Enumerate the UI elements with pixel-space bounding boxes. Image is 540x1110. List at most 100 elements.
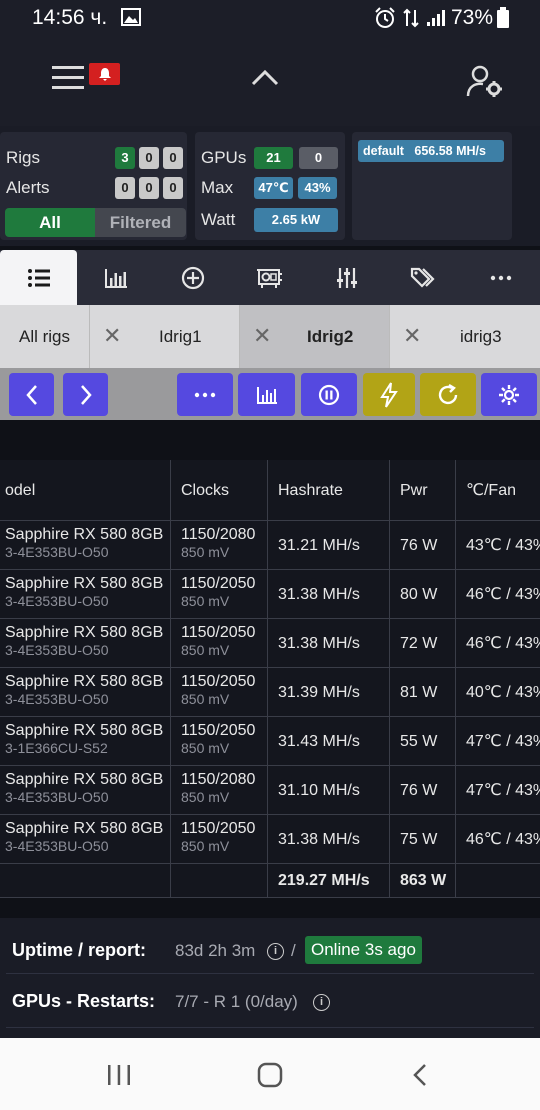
gpu-hashrate: 31.10 MH/s xyxy=(268,766,390,815)
status-bar: 14:56 ч. 73% xyxy=(0,0,540,36)
chevron-up-icon[interactable] xyxy=(250,68,280,88)
gpu-temp-fan: 47℃ / 43% xyxy=(456,717,540,766)
gpu-temp-fan: 43℃ / 43% xyxy=(456,521,540,570)
restart-button[interactable] xyxy=(420,373,476,416)
rig-tab-label: idrig3 xyxy=(460,327,502,346)
gpu-card-icon xyxy=(256,268,282,288)
settings-button[interactable] xyxy=(481,373,537,416)
gpus-offline-badge: 0 xyxy=(299,147,338,169)
tab-more[interactable] xyxy=(462,250,539,305)
table-row[interactable]: Sapphire RX 580 8GB 3-4E353BU-O50 xyxy=(0,668,171,717)
rig-tab-idrig3[interactable]: ✕ idrig3 xyxy=(390,305,540,368)
alerts-badge-1: 0 xyxy=(115,177,135,199)
header-pwr: Pwr xyxy=(390,460,456,521)
total-hashrate: 219.27 MH/s xyxy=(268,864,390,898)
stats-button[interactable] xyxy=(238,373,295,416)
restarts-value: 7/7 - R 1 (0/day) xyxy=(175,992,298,1011)
rig-tab-idrig2[interactable]: ✕ Idrig2 xyxy=(240,305,390,368)
list-icon xyxy=(27,268,50,287)
gpu-power: 55 W xyxy=(390,717,456,766)
pool-badge[interactable]: default 656.58 MH/s xyxy=(358,140,504,162)
gpu-voltage: 850 mV xyxy=(181,789,230,805)
gpu-clocks: 1150/2050 xyxy=(181,722,256,739)
rigs-offline-badge: 0 xyxy=(139,147,159,169)
clocks-cell: 1150/2050 850 mV xyxy=(171,717,268,766)
main-tabs xyxy=(0,250,540,305)
next-rig-button[interactable] xyxy=(63,373,108,416)
filter-filtered-button[interactable]: Filtered xyxy=(95,208,186,237)
header-clocks: Clocks xyxy=(171,460,268,521)
more-actions-button[interactable] xyxy=(177,373,233,416)
gpu-model: Sapphire RX 580 8GB xyxy=(5,722,164,739)
uptime-label: Uptime / report: xyxy=(12,940,147,960)
home-icon[interactable] xyxy=(256,1061,284,1089)
gpu-temp-fan: 46℃ / 43% xyxy=(456,815,540,864)
gear-icon xyxy=(499,384,519,405)
gpu-voltage: 850 mV xyxy=(181,740,230,756)
battery-percent: 73% xyxy=(451,6,494,29)
clocks-cell: 1150/2080 850 mV xyxy=(171,766,268,815)
header-model: odel xyxy=(0,460,171,521)
rig-info-section: Uptime / report: 83d 2h 3m i / Online 3s… xyxy=(0,918,540,1038)
recent-apps-icon[interactable] xyxy=(106,1063,132,1087)
tab-tags[interactable] xyxy=(385,250,462,305)
tab-hardware[interactable] xyxy=(231,250,308,305)
table-row[interactable]: Sapphire RX 580 8GB 3-4E353BU-O50 xyxy=(0,521,171,570)
tab-all-rigs[interactable]: All rigs xyxy=(0,305,90,368)
info-icon[interactable]: i xyxy=(267,943,284,960)
rig-tab-idrig1[interactable]: ✕ Idrig1 xyxy=(90,305,240,368)
pool-hashrate: 656.58 MH/s xyxy=(414,144,486,158)
hamburger-menu-icon[interactable] xyxy=(52,66,84,90)
clocks-cell: 1150/2050 850 mV xyxy=(171,619,268,668)
pause-button[interactable] xyxy=(301,373,357,416)
close-tab-icon[interactable]: ✕ xyxy=(253,325,271,347)
prev-rig-button[interactable] xyxy=(9,373,54,416)
filter-all-button[interactable]: All xyxy=(5,208,95,237)
user-settings-icon[interactable] xyxy=(466,64,506,98)
rigs-panel: Rigs 3 0 0 Alerts 0 0 0 All Filtered xyxy=(0,132,187,240)
gpu-clocks: 1150/2080 xyxy=(181,526,256,543)
gpu-hashrate: 31.43 MH/s xyxy=(268,717,390,766)
max-fan-badge: 43% xyxy=(298,177,337,199)
notification-bell-icon[interactable] xyxy=(89,63,120,85)
summary-panels: Rigs 3 0 0 Alerts 0 0 0 All Filtered GPU… xyxy=(0,126,540,246)
close-tab-icon[interactable]: ✕ xyxy=(403,325,421,347)
gpus-online-badge: 21 xyxy=(254,147,293,169)
gallery-icon xyxy=(121,8,141,26)
refresh-icon xyxy=(438,383,458,404)
gpu-voltage: 850 mV xyxy=(181,838,230,854)
close-tab-icon[interactable]: ✕ xyxy=(103,325,121,347)
info-icon[interactable]: i xyxy=(313,994,330,1011)
uptime-row: Uptime / report: 83d 2h 3m i / Online 3s… xyxy=(6,926,534,974)
gpu-clocks: 1150/2050 xyxy=(181,820,256,837)
tab-list[interactable] xyxy=(0,250,77,305)
table-row[interactable]: Sapphire RX 580 8GB 3-4E353BU-O50 xyxy=(0,570,171,619)
gpu-temp-fan: 40℃ / 43% xyxy=(456,668,540,717)
chevron-right-icon xyxy=(80,384,92,405)
gpu-hashrate: 31.38 MH/s xyxy=(268,815,390,864)
table-row[interactable]: Sapphire RX 580 8GB 3-4E353BU-O50 xyxy=(0,766,171,815)
back-icon[interactable] xyxy=(410,1063,430,1087)
gpu-subvendor: 3-4E353BU-O50 xyxy=(5,544,109,560)
rigs-online-badge: 3 xyxy=(115,147,135,169)
power-action-button[interactable] xyxy=(363,373,415,416)
max-temp-badge: 47℃ xyxy=(254,177,293,199)
add-circle-icon xyxy=(181,266,204,289)
table-row[interactable]: Sapphire RX 580 8GB 3-1E366CU-S52 xyxy=(0,717,171,766)
gpu-power: 76 W xyxy=(390,521,456,570)
gpu-hashrate: 31.21 MH/s xyxy=(268,521,390,570)
tab-stats[interactable] xyxy=(77,250,154,305)
filter-toggle: All Filtered xyxy=(5,208,186,237)
tab-add[interactable] xyxy=(154,250,231,305)
gpu-power: 72 W xyxy=(390,619,456,668)
table-row[interactable]: Sapphire RX 580 8GB 3-4E353BU-O50 xyxy=(0,815,171,864)
tab-tuning[interactable] xyxy=(308,250,385,305)
clocks-cell: 1150/2080 850 mV xyxy=(171,521,268,570)
gpu-power: 76 W xyxy=(390,766,456,815)
table-row[interactable]: Sapphire RX 580 8GB 3-4E353BU-O50 xyxy=(0,619,171,668)
bar-chart-icon xyxy=(256,386,277,404)
gpu-subvendor: 3-4E353BU-O50 xyxy=(5,691,109,707)
gpu-subvendor: 3-4E353BU-O50 xyxy=(5,593,109,609)
gpu-clocks: 1150/2050 xyxy=(181,575,256,592)
sliders-icon xyxy=(336,267,357,288)
